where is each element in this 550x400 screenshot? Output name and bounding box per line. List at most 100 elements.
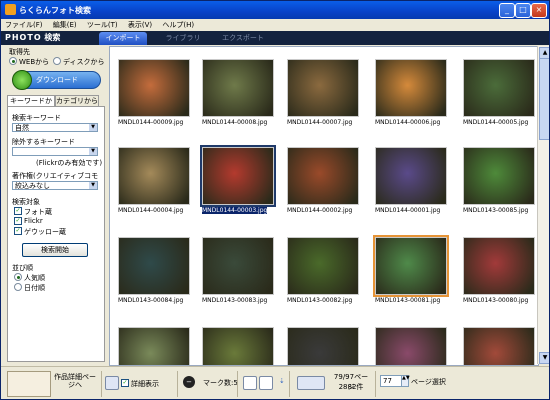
photo-image[interactable] [375,147,447,205]
photo-image[interactable] [287,147,359,205]
app-window: らくらんフォト検索 _ □ × ファイル(F) 編集(E) ツール(T) 表示(… [0,0,550,400]
close-button[interactable]: × [531,3,547,18]
photo-image[interactable] [463,237,535,295]
separator [101,371,102,397]
photo-filename: MNDL0143-00084.jpg [118,297,184,304]
photo-filename: MNDL0144-00007.jpg [287,119,353,126]
source-disk-radio[interactable] [53,57,61,65]
keyword-value: 自然 [15,124,29,132]
photo-image[interactable] [118,147,190,205]
menu-help[interactable]: ヘルプ(H) [158,19,198,31]
target-third-label: ゲウッロー蔵 [24,228,66,236]
exclude-input[interactable]: ▼ [12,147,98,156]
book-icon [105,376,119,390]
slider-icon[interactable] [297,376,325,390]
vertical-scrollbar[interactable]: ▲ ▼ [537,46,549,364]
photo-image[interactable] [287,327,359,365]
menu-edit[interactable]: 編集(E) [49,19,81,31]
separator [177,371,178,397]
copyright-select[interactable]: 絞込みなし ▼ [12,181,98,190]
menu-view[interactable]: 表示(V) [124,19,156,31]
pin-icon: ⇣ [279,377,285,385]
order-popular-radio[interactable] [14,273,22,281]
separator [289,371,290,397]
photo-image[interactable] [463,327,535,365]
photo-filename: MNDL0144-00004.jpg [118,207,184,214]
page-select-button[interactable]: ページ選択 [411,377,446,387]
search-start-button[interactable]: 検索開始 [22,243,88,257]
tab-export[interactable]: エクスポート [219,32,267,45]
tab-import[interactable]: インポート [99,32,147,45]
count-info: 2882件 [338,383,364,391]
photo-image[interactable] [287,59,359,117]
photo-filename: MNDL0143-00081.jpg [375,297,441,304]
copyright-value: 絞込みなし [15,182,50,190]
scroll-down-icon[interactable]: ▼ [539,352,549,364]
order-label: 並び順 [12,264,33,272]
menu-file[interactable]: ファイル(F) [1,19,47,31]
photo-image[interactable] [375,59,447,117]
logo-text: PHOTO [5,33,42,42]
detail-view-checkbox[interactable]: ✓ [121,379,129,387]
zoom-out-icon[interactable] [259,376,273,390]
brand-thumbnail [7,371,51,397]
photo-filename: MNDL0144-00009.jpg [118,119,184,126]
app-header: PHOTO 検索 インポート ライブラリ エクスポート [1,31,549,45]
thumbnail-grid: MNDL0144-00009.jpg MNDL0144-00008.jpg MNDL… [109,46,539,366]
order-date-label: 日付順 [24,284,45,292]
download-button[interactable]: ダウンロード [12,70,101,90]
maximize-button[interactable]: □ [515,3,531,18]
chevron-down-icon[interactable]: ▼ [89,148,97,155]
page-stepper[interactable]: ▲▼ [401,375,410,387]
menu-bar: ファイル(F) 編集(E) ツール(T) 表示(V) ヘルプ(H) [1,19,549,31]
unmark-icon[interactable]: − [183,376,195,388]
separator [375,371,376,397]
photo-image[interactable] [287,237,359,295]
photo-filename: MNDL0144-00001.jpg [375,207,441,214]
separator [237,371,238,397]
tab-library[interactable]: ライブラリ [159,32,207,45]
minimize-button[interactable]: _ [499,3,515,18]
zoom-in-icon[interactable] [243,376,257,390]
logo-suffix: 検索 [44,33,61,42]
detail-view-label: 詳細表示 [131,380,159,388]
target-photozou-checkbox[interactable]: ✓ [14,207,22,215]
photo-image[interactable] [463,147,535,205]
photo-image[interactable] [118,327,190,365]
download-label: ダウンロード [36,76,78,84]
photo-image[interactable] [375,327,447,365]
source-web-label: WEBから [19,58,50,66]
chevron-down-icon[interactable]: ▼ [89,182,97,189]
download-icon [12,70,32,90]
window-title: らくらんフォト検索 [19,6,91,15]
target-label: 検索対象 [12,198,40,206]
source-disk-label: ディスクから [63,58,105,66]
photo-image[interactable] [118,237,190,295]
target-flickr-checkbox[interactable]: ✓ [14,217,22,225]
title-bar: らくらんフォト検索 _ □ × [1,1,549,19]
photo-filename: MNDL0144-00003.jpg [202,207,268,214]
photo-filename: MNDL0143-00085.jpg [463,207,529,214]
chevron-down-icon[interactable]: ▼ [89,124,97,131]
photo-image[interactable] [200,145,276,207]
exclude-label: 除外するキーワード [12,138,75,146]
source-web-radio[interactable] [9,57,17,65]
app-logo: PHOTO 検索 [5,32,60,43]
photo-image[interactable] [202,327,274,365]
photo-filename: MNDL0143-00083.jpg [202,297,268,304]
photo-image[interactable] [463,59,535,117]
photo-image[interactable] [373,235,449,297]
target-photozou-label: フォト蔵 [24,208,52,216]
work-detail-link[interactable]: 作品詳細ページへ [53,373,97,389]
photo-image[interactable] [118,59,190,117]
scroll-thumb[interactable] [539,58,549,140]
bottom-toolbar: 作品詳細ページへ ✓ 詳細表示 − マーク数:5 ⇣ 79/97ページ 2882… [1,366,549,399]
target-third-checkbox[interactable]: ✓ [14,227,22,235]
photo-image[interactable] [202,237,274,295]
menu-tools[interactable]: ツール(T) [83,19,122,31]
order-date-radio[interactable] [14,283,22,291]
keyword-label: 検索キーワード [12,114,61,122]
keyword-input[interactable]: 自然 ▼ [12,123,98,132]
photo-filename: MNDL0144-00006.jpg [375,119,441,126]
photo-image[interactable] [202,59,274,117]
